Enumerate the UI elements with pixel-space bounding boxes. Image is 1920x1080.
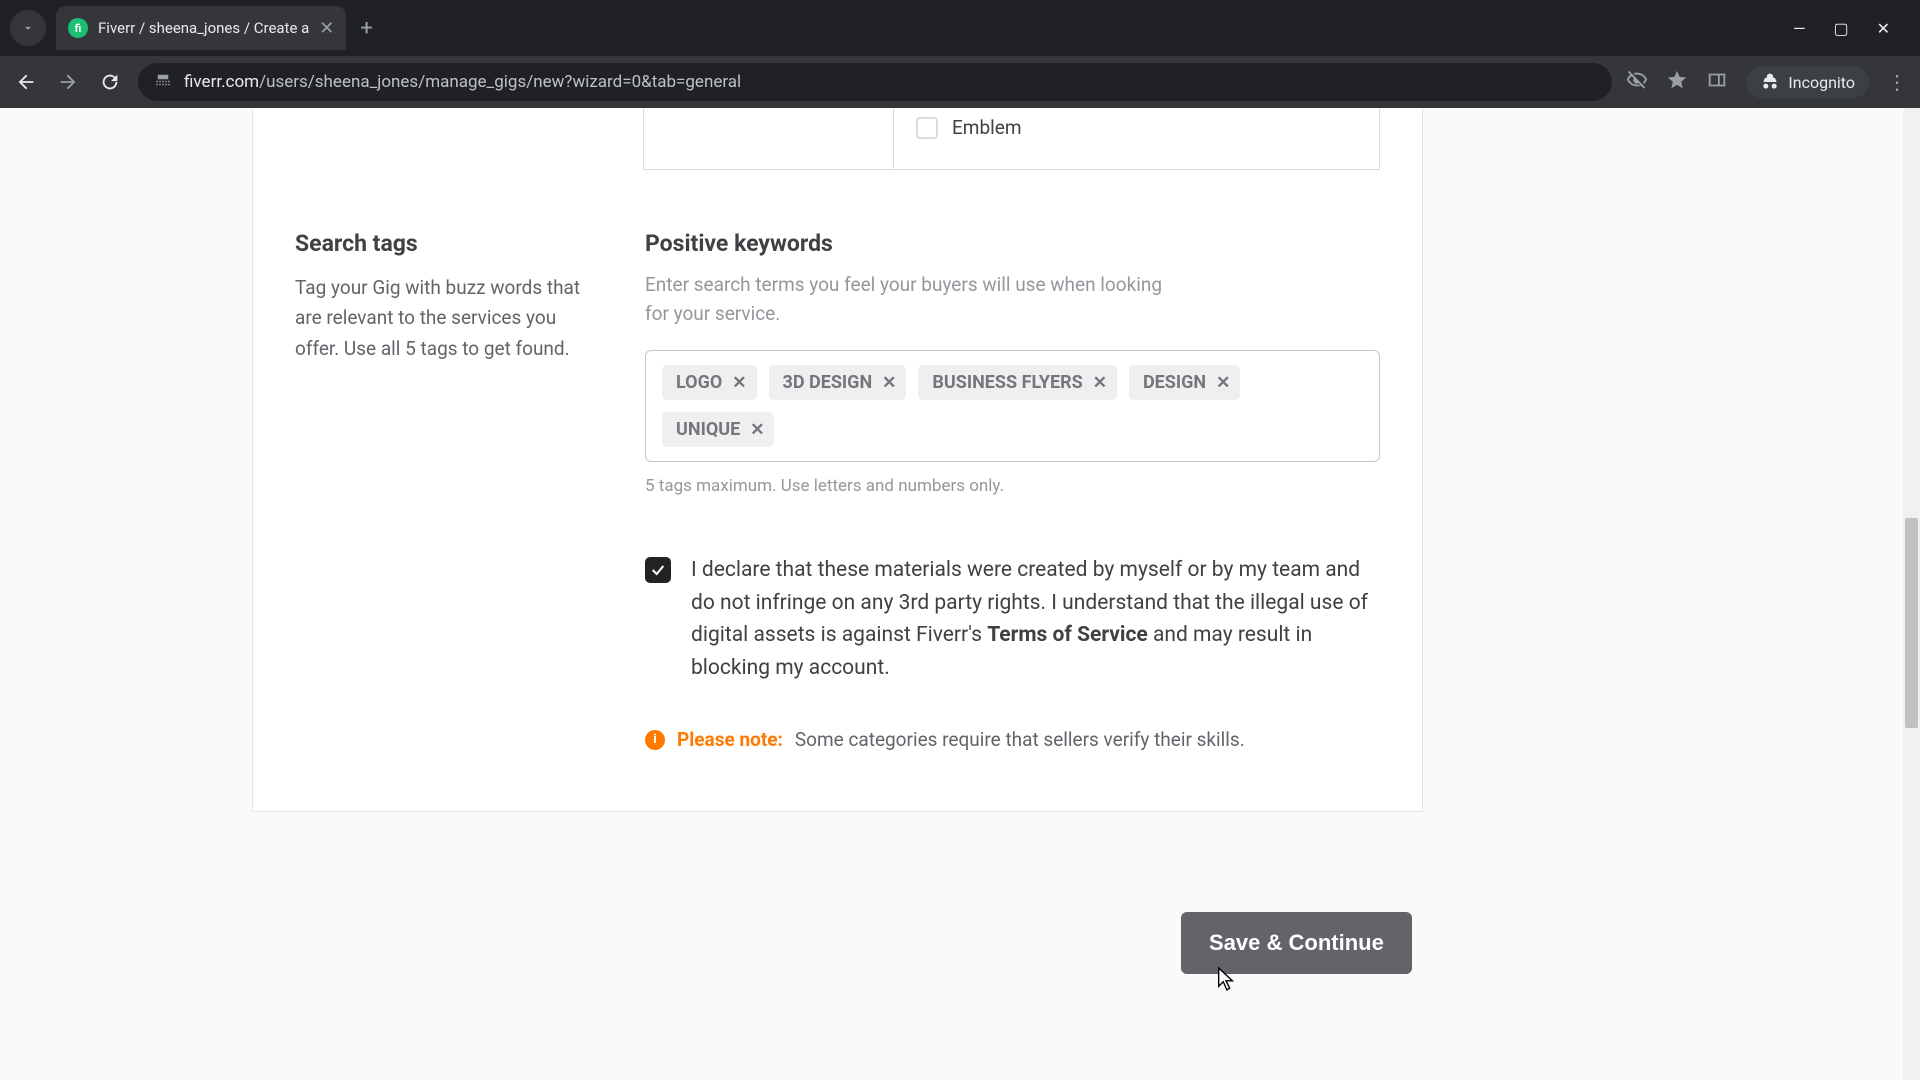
tag-remove-icon[interactable]: ✕ <box>750 420 764 440</box>
emblem-label: Emblem <box>952 116 1022 139</box>
new-tab-button[interactable]: + <box>360 16 372 41</box>
site-info-icon[interactable] <box>154 71 172 93</box>
tags-hint: 5 tags maximum. Use letters and numbers … <box>645 476 1380 496</box>
tag-label: 3D DESIGN <box>783 372 873 393</box>
category-box-right: Emblem <box>893 108 1380 170</box>
tag-remove-icon[interactable]: ✕ <box>882 373 896 393</box>
browser-toolbar: fiverr.com/users/sheena_jones/manage_gig… <box>0 56 1920 108</box>
terms-of-service-link[interactable]: Terms of Service <box>987 623 1148 647</box>
declaration-row: I declare that these materials were crea… <box>253 554 1422 684</box>
address-bar[interactable]: fiverr.com/users/sheena_jones/manage_gig… <box>138 63 1612 101</box>
incognito-icon <box>1760 72 1780 92</box>
note-label: Please note: <box>677 728 783 751</box>
back-button[interactable] <box>12 68 40 96</box>
browser-menu-button[interactable]: ⋮ <box>1887 70 1908 94</box>
declaration-text: I declare that these materials were crea… <box>691 554 1380 684</box>
tag-remove-icon[interactable]: ✕ <box>1093 373 1107 393</box>
tag-chip: DESIGN ✕ <box>1129 365 1240 400</box>
positive-keywords-title: Positive keywords <box>645 230 1380 257</box>
tag-chip: 3D DESIGN ✕ <box>769 365 907 400</box>
tab-title: Fiverr / sheena_jones / Create a <box>98 19 309 37</box>
tag-chip: BUSINESS FLYERS ✕ <box>918 365 1117 400</box>
tab-search-dropdown[interactable] <box>10 10 46 46</box>
emblem-option[interactable]: Emblem <box>916 116 1357 139</box>
window-controls: — ▢ ✕ <box>1793 19 1910 38</box>
note-text: Some categories require that sellers ver… <box>795 728 1245 751</box>
tag-label: DESIGN <box>1143 372 1206 393</box>
browser-tab[interactable]: fi Fiverr / sheena_jones / Create a ✕ <box>56 6 346 50</box>
tag-label: BUSINESS FLYERS <box>932 372 1082 393</box>
logo-style-fragment: Emblem <box>253 108 1422 170</box>
declaration-checkbox[interactable] <box>645 557 671 583</box>
note-row: i Please note: Some categories require t… <box>253 728 1422 751</box>
visibility-off-icon[interactable] <box>1626 69 1648 95</box>
tag-chip: LOGO ✕ <box>662 365 757 400</box>
favicon-icon: fi <box>68 18 88 38</box>
minimize-button[interactable]: — <box>1793 19 1806 38</box>
incognito-label: Incognito <box>1788 73 1855 92</box>
emblem-checkbox[interactable] <box>916 117 938 139</box>
save-continue-button[interactable]: Save & Continue <box>1181 912 1412 974</box>
tag-remove-icon[interactable]: ✕ <box>1216 373 1230 393</box>
url-text: fiverr.com/users/sheena_jones/manage_gig… <box>184 72 741 92</box>
side-panel-icon[interactable] <box>1706 69 1728 95</box>
search-tags-title: Search tags <box>295 230 585 257</box>
tag-remove-icon[interactable]: ✕ <box>732 373 746 393</box>
tag-label: UNIQUE <box>676 419 740 440</box>
forward-button[interactable] <box>54 68 82 96</box>
maximize-button[interactable]: ▢ <box>1833 19 1848 38</box>
close-window-button[interactable]: ✕ <box>1877 19 1890 38</box>
form-card: Emblem Search tags Tag your Gig with buz… <box>252 108 1423 812</box>
tag-label: LOGO <box>676 372 722 393</box>
browser-tab-strip: fi Fiverr / sheena_jones / Create a ✕ + … <box>0 0 1920 56</box>
incognito-indicator[interactable]: Incognito <box>1746 66 1869 98</box>
page-content: Emblem Search tags Tag your Gig with buz… <box>0 108 1920 1080</box>
positive-keywords-description: Enter search terms you feel your buyers … <box>645 271 1175 328</box>
category-box-left <box>643 108 893 170</box>
tags-input[interactable]: LOGO ✕ 3D DESIGN ✕ BUSINESS FLYERS ✕ DES… <box>645 350 1380 462</box>
search-tags-section: Search tags Tag your Gig with buzz words… <box>253 230 1422 496</box>
vertical-scrollbar[interactable] <box>1903 108 1920 1080</box>
tag-chip: UNIQUE ✕ <box>662 412 774 447</box>
search-tags-description: Tag your Gig with buzz words that are re… <box>295 273 585 364</box>
reload-button[interactable] <box>96 68 124 96</box>
info-icon: i <box>645 730 665 750</box>
bookmark-star-icon[interactable] <box>1666 69 1688 95</box>
scrollbar-thumb[interactable] <box>1905 518 1918 728</box>
tab-close-icon[interactable]: ✕ <box>319 18 334 39</box>
